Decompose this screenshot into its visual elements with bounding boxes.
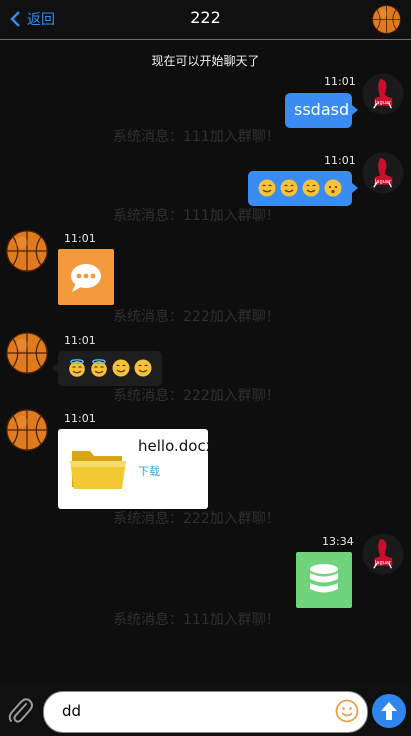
message-time: 11:01: [324, 154, 356, 167]
grin-emoji-icon: [302, 179, 320, 197]
join-notice: 系统消息：111加入群聊！: [113, 208, 280, 224]
user-avatar[interactable]: [362, 152, 404, 194]
message-time: 11:01: [324, 75, 356, 88]
image-message[interactable]: [296, 552, 352, 608]
send-button[interactable]: [372, 694, 406, 728]
header-avatar[interactable]: [372, 5, 401, 34]
message-bubble[interactable]: ssdasd: [285, 93, 358, 128]
header-bar: 返回 222: [0, 0, 411, 40]
join-notice: 系统消息：222加入群聊！: [113, 388, 280, 404]
message-time: 13:34: [322, 535, 354, 548]
message-text: ssdasd: [294, 100, 350, 119]
join-notice: 系统消息：111加入群聊！: [113, 129, 280, 145]
download-link[interactable]: 下载: [138, 463, 160, 479]
file-name: hello.docx: [138, 437, 215, 455]
join-notice: 系统消息：222加入群聊！: [113, 511, 280, 527]
contact-avatar[interactable]: [6, 230, 48, 272]
contact-avatar[interactable]: [6, 409, 48, 451]
chat-title: 222: [190, 8, 221, 27]
grin-emoji-icon: [112, 359, 130, 377]
join-notice: 系统消息：222加入群聊！: [113, 309, 280, 325]
paperclip-icon[interactable]: [7, 696, 33, 724]
join-notice: 系统消息：111加入群聊！: [113, 612, 280, 628]
grin-emoji-icon: [280, 179, 298, 197]
user-avatar[interactable]: [362, 73, 404, 115]
system-message: 现在可以开始聊天了: [151, 54, 260, 68]
message-input[interactable]: [62, 700, 322, 722]
message-time: 11:01: [64, 232, 96, 245]
database-icon: [310, 564, 338, 593]
folder-icon: [70, 451, 126, 489]
smile-icon[interactable]: [335, 699, 359, 723]
halo-emoji-icon: [90, 359, 108, 377]
composer-bar: [0, 684, 411, 736]
message-bubble[interactable]: [52, 351, 162, 386]
send-arrow-icon: [381, 702, 397, 720]
contact-avatar[interactable]: [6, 332, 48, 374]
image-message[interactable]: [58, 249, 114, 305]
chat-icon: [71, 264, 101, 292]
message-time: 11:01: [64, 412, 96, 425]
file-card[interactable]: hello.docx 下载: [58, 429, 215, 509]
message-input-wrapper: [43, 691, 368, 733]
message-time: 11:01: [64, 334, 96, 347]
halo-emoji-icon: [68, 359, 86, 377]
grin-emoji-icon: [258, 179, 276, 197]
grin-emoji-icon: [134, 359, 152, 377]
message-bubble[interactable]: [248, 171, 358, 206]
user-avatar[interactable]: [362, 533, 404, 575]
hush-emoji-icon: [324, 179, 342, 197]
